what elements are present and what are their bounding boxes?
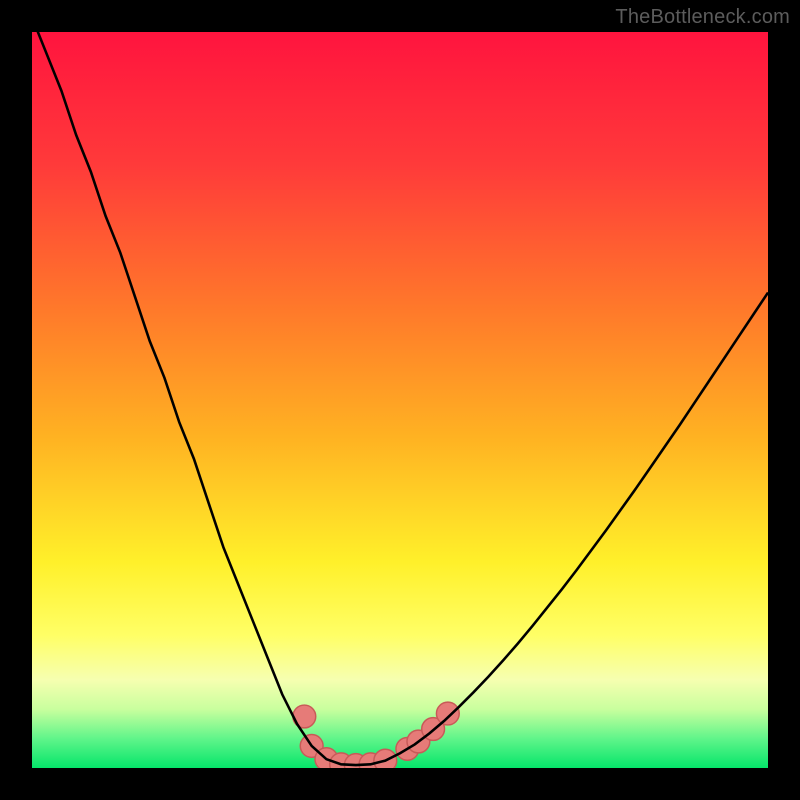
heat-gradient-background — [32, 32, 768, 768]
bottleneck-chart — [32, 32, 768, 768]
valley-marker — [374, 749, 397, 768]
watermark-text: TheBottleneck.com — [615, 6, 790, 29]
chart-stage: TheBottleneck.com — [0, 0, 800, 800]
valley-marker — [436, 702, 459, 725]
